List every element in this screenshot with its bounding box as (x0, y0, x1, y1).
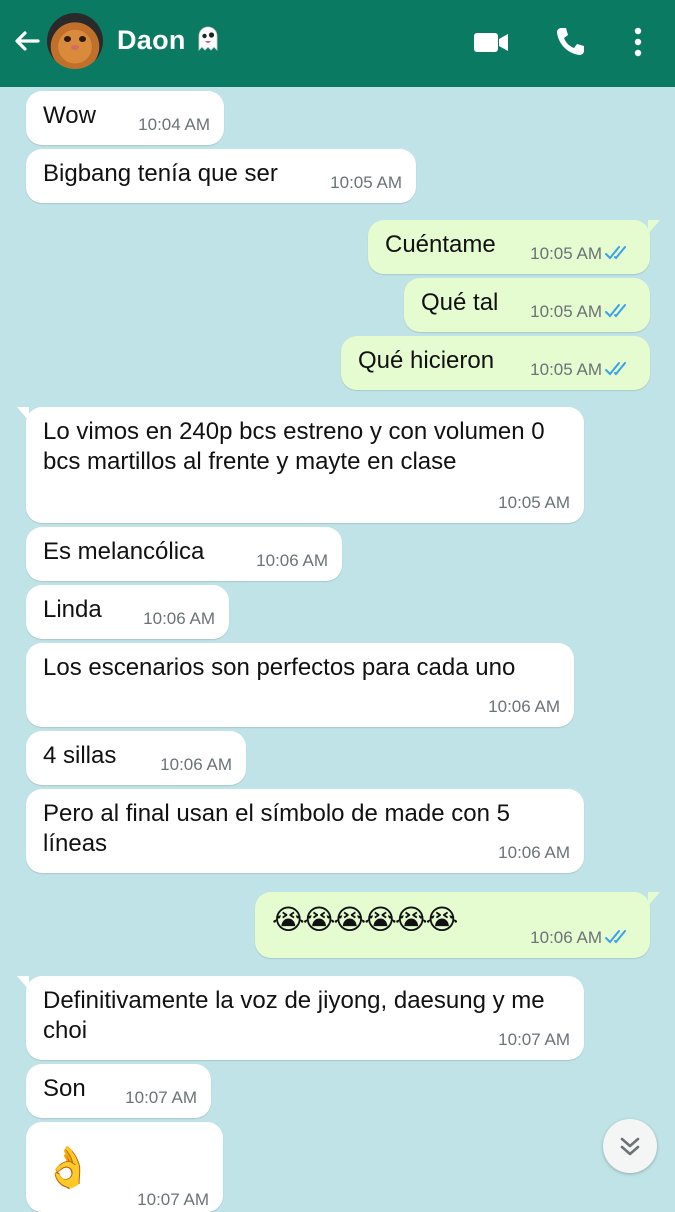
message-text: 4 sillas (43, 742, 117, 769)
message-text: Son (43, 1075, 86, 1102)
read-receipt-icon (605, 246, 626, 260)
message-text: Wow (43, 102, 96, 129)
message-time: 10:06 AM (498, 843, 570, 862)
message-bubble-incoming[interactable]: Es melancólica 10:06 AM (26, 527, 342, 581)
message-time: 10:06 AM (256, 551, 328, 570)
message-bubble-incoming[interactable]: 👌 10:07 AM (26, 1122, 223, 1212)
message-bubble-incoming[interactable]: Linda 10:06 AM (26, 585, 229, 639)
message-text: Los escenarios son perfectos para cada u… (43, 654, 516, 681)
avatar[interactable] (47, 13, 103, 69)
back-arrow-icon (15, 31, 40, 51)
message-time: 10:05 AM (530, 302, 602, 321)
video-call-icon (474, 33, 508, 52)
chat-header: Daon (0, 0, 675, 87)
message-text: 😭😭😭😭😭😭 (272, 904, 458, 935)
message-time: 10:07 AM (498, 1030, 570, 1049)
message-bubble-incoming[interactable]: Lo vimos en 240p bcs estreno y con volum… (17, 407, 584, 523)
scroll-to-bottom-button[interactable] (603, 1119, 657, 1173)
message-time: 10:05 AM (530, 360, 602, 379)
message-time: 10:05 AM (498, 493, 570, 512)
message-text: Definitivamente la voz de jiyong, daesun… (43, 987, 552, 1044)
message-bubble-outgoing[interactable]: Qué hicieron 10:05 AM (341, 336, 650, 390)
message-bubble-outgoing[interactable]: 😭😭😭😭😭😭 10:06 AM (255, 892, 660, 958)
message-bubble-outgoing[interactable]: Cuéntame 10:05 AM (368, 220, 660, 274)
read-receipt-icon (605, 930, 626, 944)
message-text: Lo vimos en 240p bcs estreno y con volum… (43, 418, 552, 475)
message-time: 10:06 AM (530, 928, 602, 947)
message-bubble-incoming[interactable]: Bigbang tenía que ser 10:05 AM (26, 149, 416, 203)
message-time: 10:06 AM (488, 697, 560, 716)
video-call-button[interactable] (471, 22, 511, 62)
message-time: 10:04 AM (138, 115, 210, 134)
message-time: 10:06 AM (160, 755, 232, 774)
message-bubble-incoming[interactable]: Wow 10:04 AM (26, 91, 224, 145)
message-bubble-incoming[interactable]: Pero al final usan el símbolo de made co… (26, 789, 584, 873)
message-time: 10:07 AM (137, 1190, 209, 1209)
double-chevron-down-icon (620, 1137, 640, 1156)
message-text: Qué tal (421, 289, 499, 316)
message-text: 👌 (43, 1146, 93, 1190)
message-bubble-incoming[interactable]: Son 10:07 AM (26, 1064, 211, 1118)
more-options-button[interactable] (618, 22, 658, 62)
more-vert-icon (634, 27, 642, 57)
message-text: Es melancólica (43, 538, 205, 565)
message-text: Bigbang tenía que ser (43, 160, 278, 187)
message-bubble-outgoing[interactable]: Qué tal 10:05 AM (404, 278, 650, 332)
contact-name-text: Daon (117, 25, 186, 55)
message-bubble-incoming[interactable]: Definitivamente la voz de jiyong, daesun… (17, 976, 584, 1060)
contact-name[interactable]: Daon (117, 24, 222, 59)
message-bubble-incoming[interactable]: Los escenarios son perfectos para cada u… (26, 643, 574, 727)
message-time: 10:06 AM (143, 609, 215, 628)
message-text: Qué hicieron (358, 347, 495, 374)
message-text: Linda (43, 596, 102, 623)
message-time: 10:05 AM (330, 173, 402, 192)
read-receipt-icon (605, 362, 626, 376)
message-text: Pero al final usan el símbolo de made co… (43, 800, 517, 857)
back-button[interactable] (8, 22, 48, 62)
message-time: 10:05 AM (530, 244, 602, 263)
message-text: Cuéntame (385, 231, 496, 258)
message-bubble-incoming[interactable]: 4 sillas 10:06 AM (26, 731, 246, 785)
phone-icon (557, 28, 584, 55)
read-receipt-icon (605, 304, 626, 318)
message-time: 10:07 AM (125, 1088, 197, 1107)
voice-call-button[interactable] (550, 22, 590, 62)
ghost-emoji-icon (194, 24, 222, 59)
